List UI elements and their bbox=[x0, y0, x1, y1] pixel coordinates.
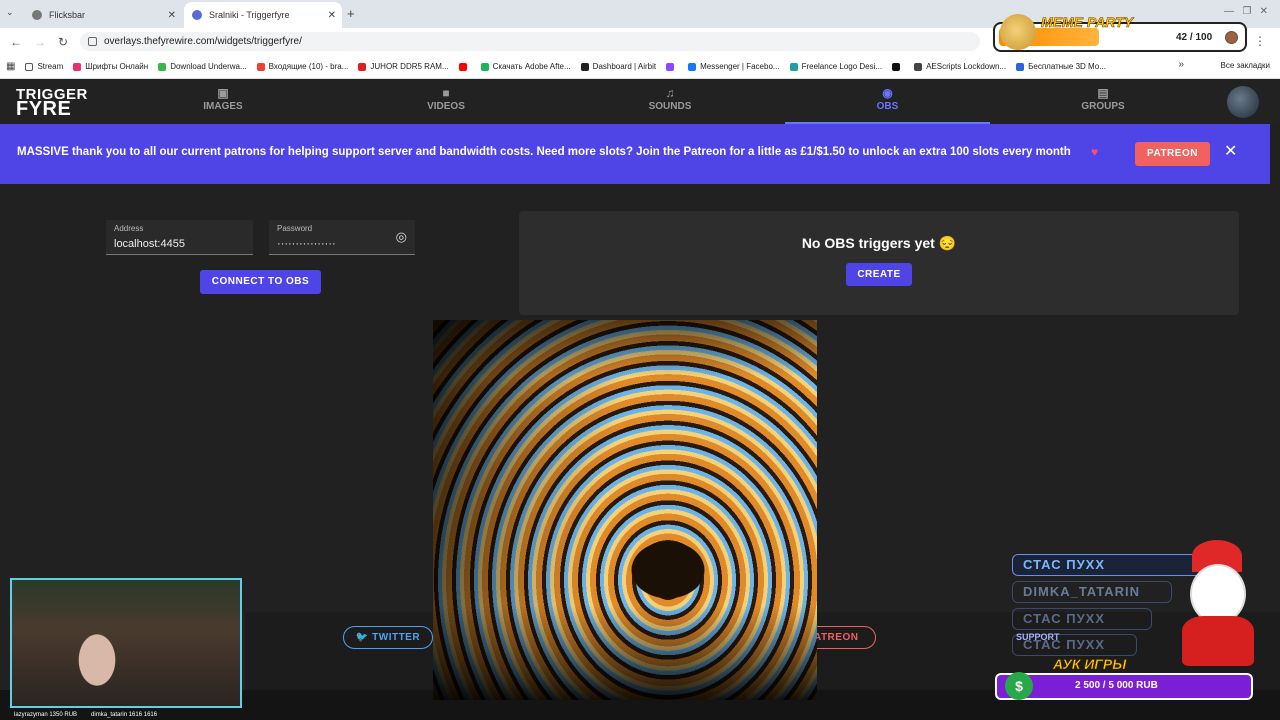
nav-sounds[interactable]: ♫ SOUNDS bbox=[607, 80, 733, 124]
bookmark-tiktok[interactable] bbox=[892, 62, 904, 71]
address-input[interactable]: localhost:4455 bbox=[114, 238, 185, 250]
new-tab-icon[interactable]: + bbox=[347, 6, 355, 21]
browser-menu-icon[interactable]: ⋮ bbox=[1254, 34, 1266, 48]
tab-title: Sralniki - Triggerfyre bbox=[209, 10, 290, 20]
auction-title: АУК ИГРЫ bbox=[1053, 656, 1127, 673]
santa-icon bbox=[1176, 540, 1260, 666]
window-controls[interactable]: — ❐ ✕ bbox=[1200, 6, 1280, 22]
doge-icon bbox=[1000, 14, 1036, 50]
bookmark-adobe[interactable]: Скачать Adobe Afte... bbox=[480, 62, 571, 71]
apps-grid-icon[interactable]: ▦ bbox=[6, 61, 15, 72]
auction-value: 2 500 / 5 000 RUB bbox=[1075, 680, 1158, 691]
donation-item: DIMKA_TATARIN bbox=[1012, 581, 1172, 603]
bookmark-3d[interactable]: Бесплатные 3D Мо... bbox=[1016, 62, 1106, 71]
bookmark-juhor[interactable]: JUHOR DDR5 RAM... bbox=[358, 62, 449, 71]
heart-icon: ♥ bbox=[1091, 145, 1099, 159]
webcam-caption: lazyrazyman 1350 RUB dimka_tatarin 1616 1… bbox=[14, 712, 158, 718]
meme-party-title: MEME PARTY bbox=[1041, 14, 1134, 31]
support-label: SUPPORT bbox=[1016, 632, 1060, 642]
money-bag-icon: $ bbox=[1005, 672, 1033, 700]
groups-icon: ▤ bbox=[1097, 86, 1109, 100]
close-tab-icon[interactable]: ✕ bbox=[168, 10, 176, 21]
tab-title: Flicksbar bbox=[49, 10, 86, 20]
reload-icon[interactable]: ↻ bbox=[58, 35, 68, 49]
close-icon[interactable]: ✕ bbox=[1224, 141, 1237, 161]
bookmark-gmail[interactable]: Входящие (10) - bra... bbox=[256, 62, 348, 71]
url-input[interactable]: overlays.thefyrewire.com/widgets/trigger… bbox=[80, 32, 980, 51]
create-trigger-button[interactable]: CREATE bbox=[846, 263, 912, 286]
eye-off-icon[interactable]: ◎ bbox=[396, 229, 407, 245]
donation-item: СТАС ПУХХ bbox=[1012, 608, 1152, 630]
address-field[interactable]: Address localhost:4455 bbox=[106, 220, 253, 255]
browser-tab-triggerfyre[interactable]: Sralniki - Triggerfyre ✕ bbox=[184, 2, 342, 28]
meme-party-count: 42 / 100 bbox=[1176, 32, 1213, 43]
bookmark-youtube[interactable] bbox=[458, 62, 471, 71]
nav-videos[interactable]: ■ VIDEOS bbox=[383, 80, 509, 124]
patreon-banner: MASSIVE thank you to all our current pat… bbox=[0, 124, 1270, 184]
video-shading bbox=[433, 320, 817, 700]
bookmark-messenger[interactable]: Messenger | Facebo... bbox=[688, 62, 780, 71]
flicksbar-favicon-icon bbox=[32, 10, 42, 20]
logo-line2: FYRE bbox=[16, 98, 72, 120]
bookmarks-bar: ▦ Stream Шрифты Онлайн Download Underwa.… bbox=[0, 55, 1280, 79]
triggerfyre-favicon-icon bbox=[192, 10, 202, 20]
close-tab-icon[interactable]: ✕ bbox=[328, 10, 336, 21]
nav-obs[interactable]: ◉ OBS bbox=[785, 80, 990, 124]
more-bookmarks-icon[interactable]: » bbox=[1178, 59, 1184, 70]
password-label: Password bbox=[277, 224, 313, 233]
back-icon[interactable]: ← bbox=[10, 35, 22, 49]
bookmark-airbit[interactable]: Dashboard | Airbit bbox=[580, 62, 656, 71]
twitter-button[interactable]: 🐦 TWITTER bbox=[343, 626, 433, 649]
bookmark-stream[interactable]: Stream bbox=[25, 62, 63, 71]
bookmark-freelance[interactable]: Freelance Logo Desi... bbox=[789, 62, 882, 71]
all-bookmarks-link[interactable]: Все закладки bbox=[1221, 61, 1270, 70]
banner-text: MASSIVE thank you to all our current pat… bbox=[17, 146, 1071, 158]
forward-icon[interactable]: → bbox=[34, 35, 46, 49]
user-avatar[interactable] bbox=[1227, 86, 1259, 118]
bookmark-fonts[interactable]: Шрифты Онлайн bbox=[73, 62, 148, 71]
site-info-icon[interactable] bbox=[88, 37, 97, 46]
password-input[interactable]: ················ bbox=[277, 238, 336, 250]
bookmark-twitch[interactable] bbox=[666, 62, 678, 71]
address-label: Address bbox=[114, 224, 144, 233]
nav-groups[interactable]: ▤ GROUPS bbox=[1040, 80, 1166, 124]
triggerfyre-logo[interactable]: TRIGGER FYRE bbox=[16, 87, 88, 120]
video-camera-icon: ■ bbox=[442, 86, 450, 100]
connect-to-obs-button[interactable]: CONNECT TO OBS bbox=[200, 270, 321, 294]
obs-triggers-panel: No OBS triggers yet 😔 CREATE bbox=[519, 211, 1239, 315]
twitter-icon: 🐦 bbox=[355, 632, 373, 643]
patreon-button[interactable]: PATREON bbox=[1135, 142, 1210, 166]
broadcast-icon: ◉ bbox=[882, 86, 893, 100]
bookmark-download[interactable]: Download Underwa... bbox=[158, 62, 247, 71]
nav-images[interactable]: ▣ IMAGES bbox=[160, 80, 286, 124]
tab-search-icon[interactable]: ⌄ bbox=[6, 7, 14, 18]
password-field[interactable]: Password ················ ◎ bbox=[269, 220, 415, 255]
browser-tab-flicksbar[interactable]: Flicksbar ✕ bbox=[24, 2, 182, 28]
empty-state-text: No OBS triggers yet 😔 bbox=[801, 235, 957, 251]
bookmark-aescripts[interactable]: AEScripts Lockdown... bbox=[914, 62, 1006, 71]
music-note-icon: ♫ bbox=[665, 86, 675, 100]
url-text: overlays.thefyrewire.com/widgets/trigger… bbox=[104, 36, 302, 47]
webcam-overlay bbox=[10, 578, 242, 708]
coin-icon bbox=[1225, 31, 1238, 44]
app-header: TRIGGER FYRE ▣ IMAGES ■ VIDEOS ♫ SOUNDS … bbox=[0, 80, 1280, 124]
image-icon: ▣ bbox=[217, 86, 229, 100]
